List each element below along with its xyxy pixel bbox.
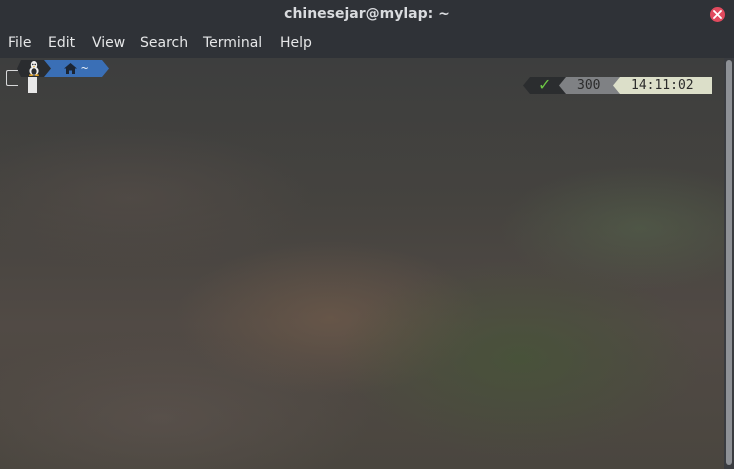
menu-terminal[interactable]: Terminal bbox=[203, 35, 262, 51]
command-count: 300 bbox=[577, 78, 601, 93]
title-bar[interactable]: chinesejar@mylap: ~ bbox=[0, 0, 734, 31]
menu-edit[interactable]: Edit bbox=[48, 35, 75, 51]
terminal-window: chinesejar@mylap: ~ File Edit View Searc… bbox=[0, 0, 734, 469]
clock-time: 14:11:02 bbox=[631, 78, 694, 93]
linux-tux-icon bbox=[29, 61, 39, 76]
home-icon bbox=[64, 63, 77, 74]
menu-bar: File Edit View Search Terminal Help bbox=[0, 31, 734, 59]
scrollbar[interactable] bbox=[724, 58, 734, 469]
menu-view[interactable]: View bbox=[92, 35, 125, 51]
menu-help[interactable]: Help bbox=[280, 35, 312, 51]
check-icon: ✓ bbox=[538, 75, 552, 94]
prompt-home-segment bbox=[44, 60, 109, 77]
terminal-area[interactable]: ~ ✓ 300 14:11:02 bbox=[0, 58, 724, 469]
close-button[interactable] bbox=[710, 7, 725, 22]
close-icon bbox=[713, 10, 722, 19]
text-cursor bbox=[28, 77, 37, 93]
menu-search[interactable]: Search bbox=[140, 35, 188, 51]
prompt-path: ~ bbox=[81, 61, 89, 75]
window-title: chinesejar@mylap: ~ bbox=[284, 6, 450, 22]
menu-file[interactable]: File bbox=[8, 35, 31, 51]
scrollbar-thumb[interactable] bbox=[726, 60, 732, 465]
